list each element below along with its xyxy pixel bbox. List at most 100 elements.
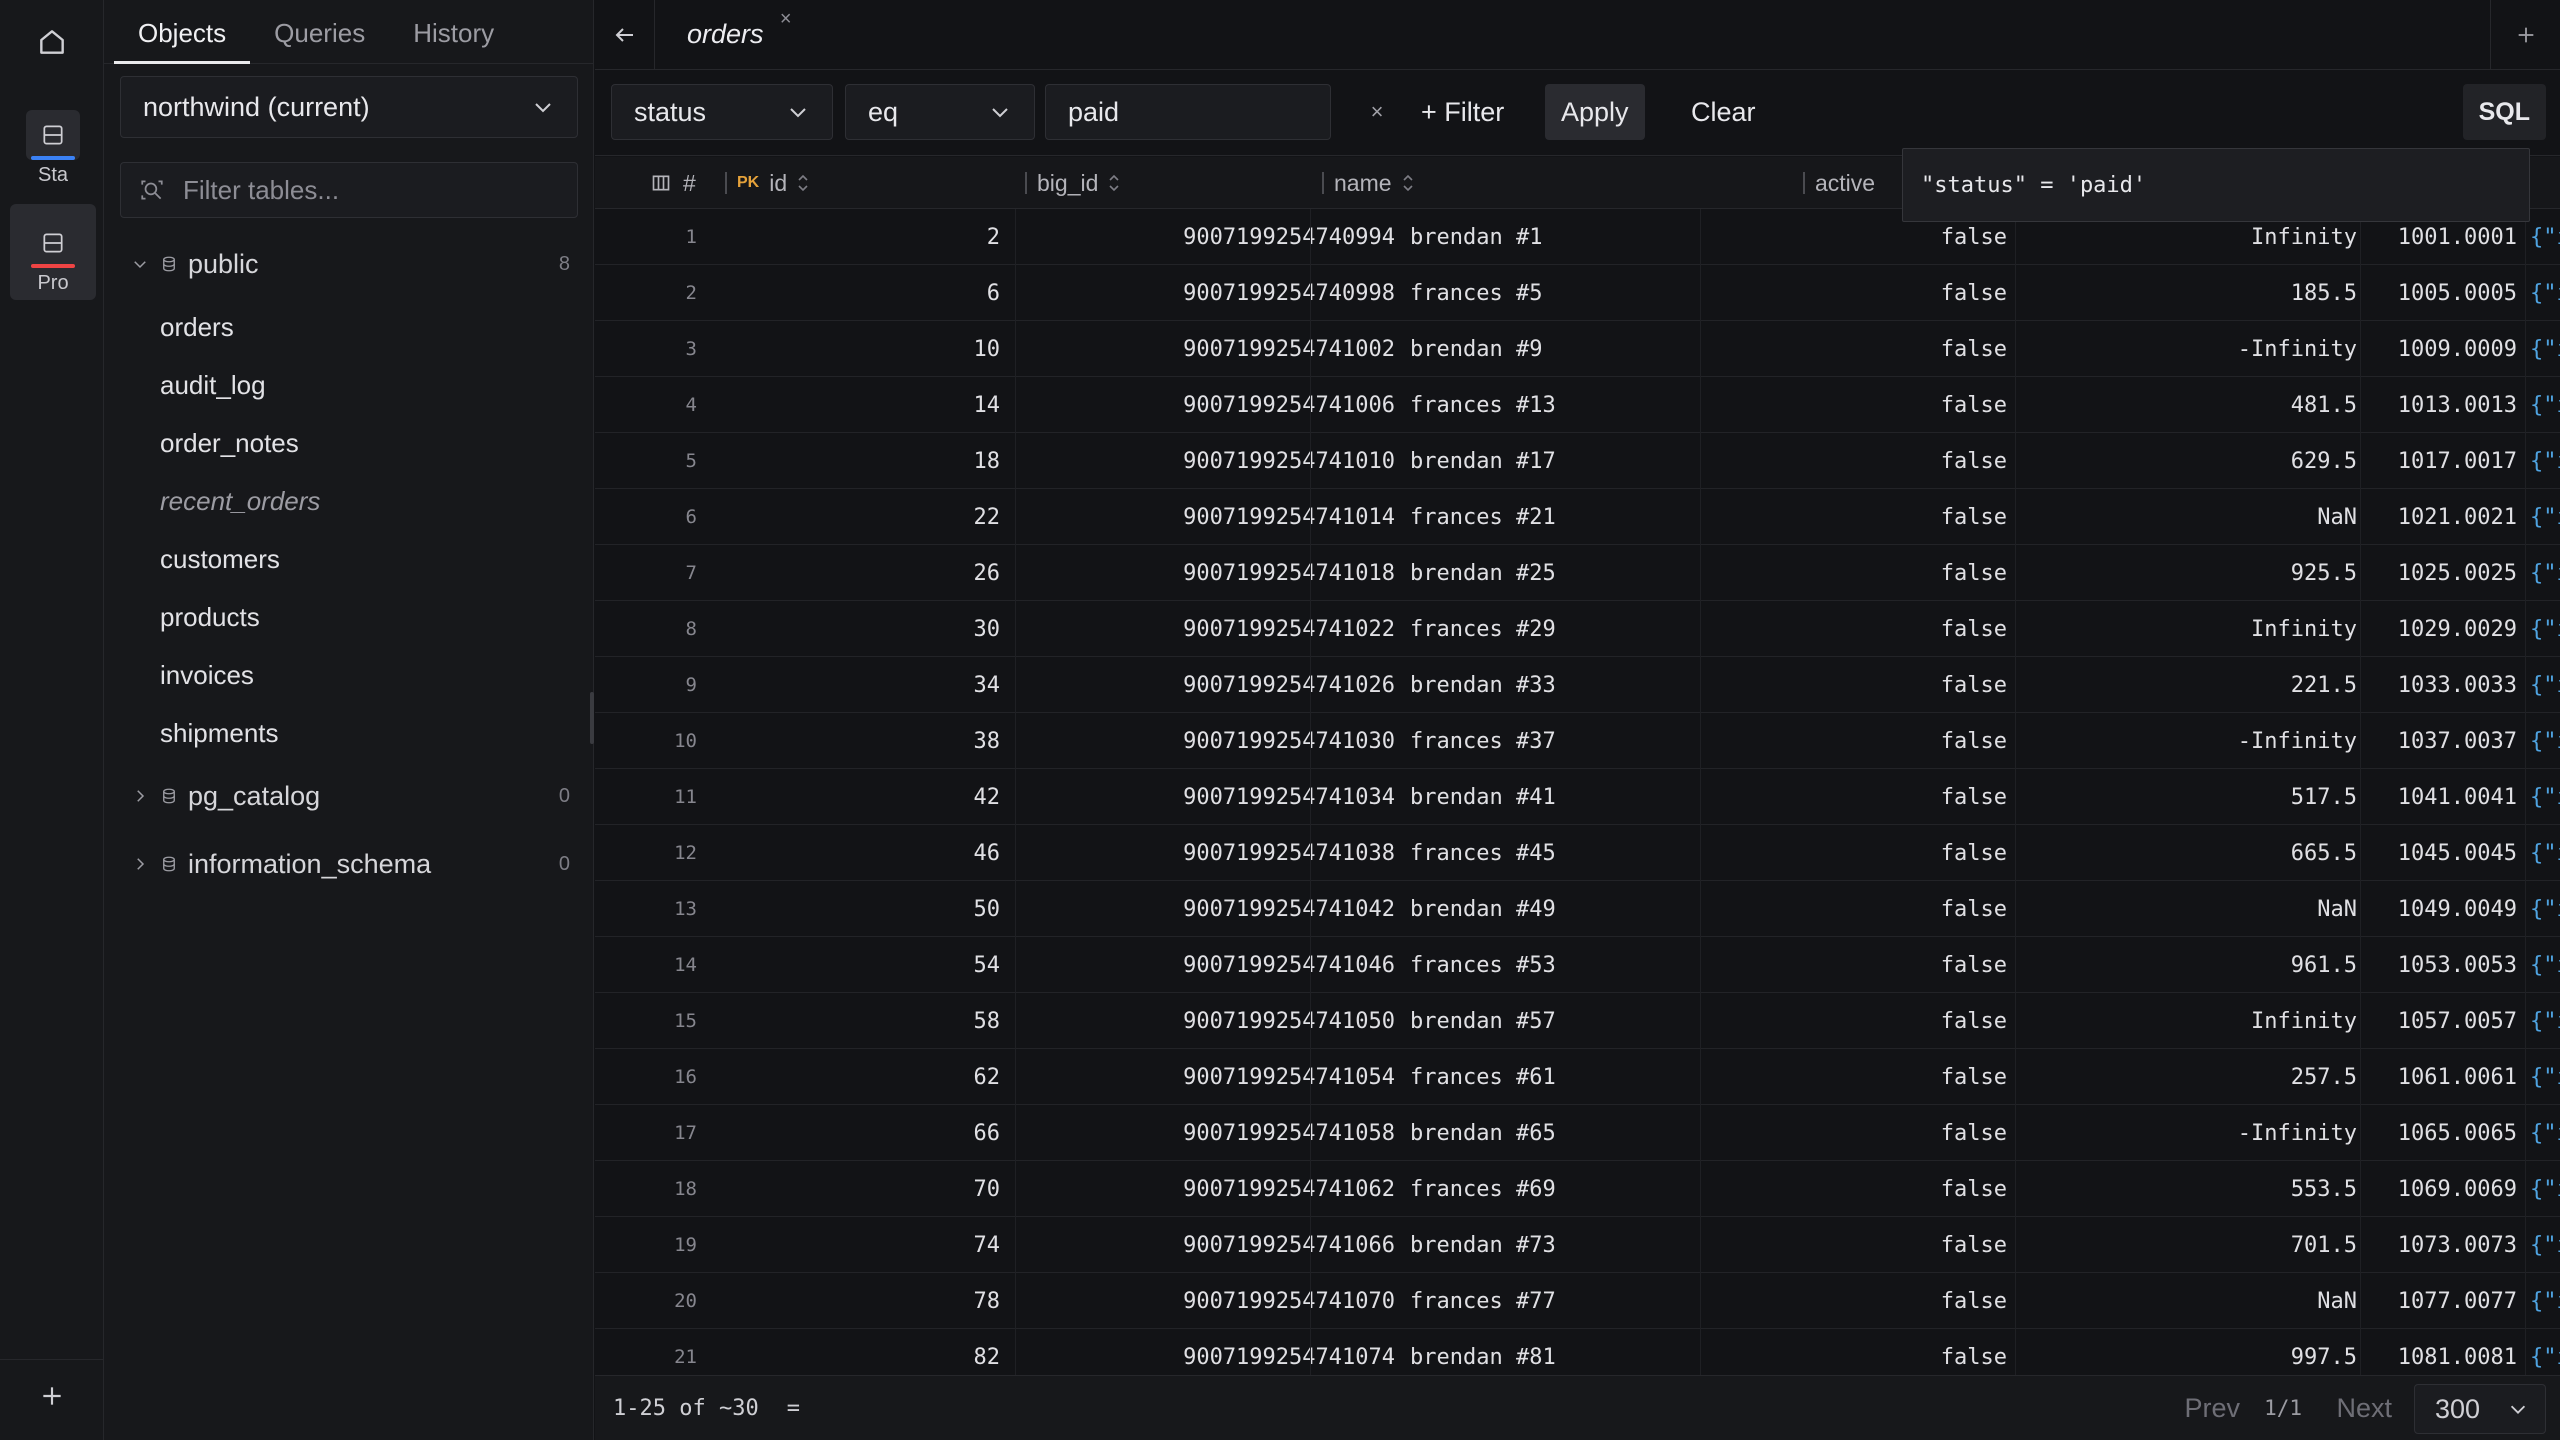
database-select[interactable]: northwind (current): [120, 76, 578, 138]
cell-big-id[interactable]: 9007199254741002: [1083, 321, 1395, 377]
prev-page-button[interactable]: Prev: [2184, 1393, 2240, 1424]
table-item[interactable]: audit_log: [104, 356, 594, 414]
cell-active[interactable]: false: [1701, 545, 2007, 601]
back-arrow-icon[interactable]: [595, 0, 655, 70]
cell-active[interactable]: false: [1701, 825, 2007, 881]
cell-val[interactable]: -Infinity: [2022, 321, 2357, 377]
tab-orders[interactable]: orders ×: [655, 0, 792, 70]
cell-json[interactable]: {"ind: [2530, 321, 2560, 377]
cell-val[interactable]: 257.5: [2022, 1049, 2357, 1105]
cell-big-id[interactable]: 9007199254741034: [1083, 769, 1395, 825]
chevron-right-icon[interactable]: [130, 855, 150, 873]
remove-filter-icon[interactable]: ×: [1355, 84, 1399, 140]
table-row[interactable]: 12 46 9007199254741038 frances #45 false 665.…: [595, 825, 2560, 881]
row-count-exact-toggle[interactable]: =: [787, 1396, 800, 1421]
cell-big-id[interactable]: 9007199254741018: [1083, 545, 1395, 601]
cell-json[interactable]: {"ind: [2530, 769, 2560, 825]
cell-id[interactable]: 22: [705, 489, 1001, 545]
table-row[interactable]: 20 78 9007199254741070 frances #77 false NaN 1…: [595, 1273, 2560, 1329]
sql-button[interactable]: SQL: [2462, 84, 2546, 140]
cell-name[interactable]: frances #29: [1410, 601, 1710, 657]
cell-val[interactable]: 665.5: [2022, 825, 2357, 881]
cell-val[interactable]: 517.5: [2022, 769, 2357, 825]
table-row[interactable]: 4 14 9007199254741006 frances #13 false 481.5…: [595, 377, 2560, 433]
filter-column-select[interactable]: status: [611, 84, 833, 140]
table-row[interactable]: 6 22 9007199254741014 frances #21 false NaN 10…: [595, 489, 2560, 545]
cell-num[interactable]: 1025.0025: [2365, 545, 2517, 601]
header-id[interactable]: PK id: [725, 157, 809, 209]
cell-name[interactable]: brendan #73: [1410, 1217, 1710, 1273]
cell-name[interactable]: brendan #65: [1410, 1105, 1710, 1161]
cell-json[interactable]: {"ind: [2530, 489, 2560, 545]
table-item[interactable]: customers: [104, 530, 594, 588]
cell-json[interactable]: {"ind: [2530, 993, 2560, 1049]
cell-num[interactable]: 1017.0017: [2365, 433, 2517, 489]
cell-json[interactable]: {"ind: [2530, 1329, 2560, 1375]
table-row[interactable]: 19 74 9007199254741066 brendan #73 false 701.…: [595, 1217, 2560, 1273]
cell-num[interactable]: 1021.0021: [2365, 489, 2517, 545]
table-row[interactable]: 3 10 9007199254741002 brendan #9 false -Infin…: [595, 321, 2560, 377]
cell-json[interactable]: {"ind: [2530, 1049, 2560, 1105]
cell-name[interactable]: brendan #17: [1410, 433, 1710, 489]
sort-icon[interactable]: [1108, 174, 1120, 192]
cell-id[interactable]: 66: [705, 1105, 1001, 1161]
cell-val[interactable]: -Infinity: [2022, 1105, 2357, 1161]
cell-big-id[interactable]: 9007199254741006: [1083, 377, 1395, 433]
cell-id[interactable]: 14: [705, 377, 1001, 433]
cell-name[interactable]: frances #69: [1410, 1161, 1710, 1217]
cell-json[interactable]: {"ind: [2530, 209, 2560, 265]
cell-json[interactable]: {"ind: [2530, 657, 2560, 713]
cell-val[interactable]: Infinity: [2022, 993, 2357, 1049]
cell-big-id[interactable]: 9007199254741042: [1083, 881, 1395, 937]
cell-val[interactable]: 221.5: [2022, 657, 2357, 713]
cell-big-id[interactable]: 9007199254741066: [1083, 1217, 1395, 1273]
cell-json[interactable]: {"ind: [2530, 881, 2560, 937]
cell-num[interactable]: 1037.0037: [2365, 713, 2517, 769]
cell-json[interactable]: {"ind: [2530, 1161, 2560, 1217]
cell-big-id[interactable]: 9007199254741062: [1083, 1161, 1395, 1217]
cell-active[interactable]: false: [1701, 1161, 2007, 1217]
table-item[interactable]: recent_orders: [104, 472, 594, 530]
cell-val[interactable]: NaN: [2022, 1273, 2357, 1329]
cell-num[interactable]: 1033.0033: [2365, 657, 2517, 713]
cell-big-id[interactable]: 9007199254741046: [1083, 937, 1395, 993]
cell-name[interactable]: frances #37: [1410, 713, 1710, 769]
cell-big-id[interactable]: 9007199254741050: [1083, 993, 1395, 1049]
cell-json[interactable]: {"ind: [2530, 377, 2560, 433]
page-size-select[interactable]: 300: [2414, 1384, 2546, 1434]
cell-active[interactable]: false: [1701, 601, 2007, 657]
cell-num[interactable]: 1081.0081: [2365, 1329, 2517, 1375]
cell-num[interactable]: 1053.0053: [2365, 937, 2517, 993]
cell-big-id[interactable]: 9007199254741058: [1083, 1105, 1395, 1161]
cell-id[interactable]: 54: [705, 937, 1001, 993]
add-filter-button[interactable]: + Filter: [1405, 84, 1520, 140]
cell-active[interactable]: false: [1701, 265, 2007, 321]
schema-pg-catalog[interactable]: pg_catalog 0: [104, 762, 594, 830]
cell-json[interactable]: {"ind: [2530, 265, 2560, 321]
cell-id[interactable]: 26: [705, 545, 1001, 601]
table-row[interactable]: 16 62 9007199254741054 frances #61 false 257.…: [595, 1049, 2560, 1105]
cell-active[interactable]: false: [1701, 321, 2007, 377]
cell-big-id[interactable]: 9007199254741022: [1083, 601, 1395, 657]
cell-name[interactable]: brendan #9: [1410, 321, 1710, 377]
cell-big-id[interactable]: 9007199254740994: [1083, 209, 1395, 265]
header-active[interactable]: active: [1803, 157, 1875, 209]
table-row[interactable]: 10 38 9007199254741030 frances #37 false -Inf…: [595, 713, 2560, 769]
cell-json[interactable]: {"ind: [2530, 825, 2560, 881]
chevron-right-icon[interactable]: [130, 787, 150, 805]
table-row[interactable]: 2 6 9007199254740998 frances #5 false 185.5 10…: [595, 265, 2560, 321]
cell-id[interactable]: 38: [705, 713, 1001, 769]
home-icon[interactable]: [30, 20, 74, 64]
cell-id[interactable]: 70: [705, 1161, 1001, 1217]
table-row[interactable]: 17 66 9007199254741058 brendan #65 false -Inf…: [595, 1105, 2560, 1161]
cell-num[interactable]: 1061.0061: [2365, 1049, 2517, 1105]
cell-active[interactable]: false: [1701, 1329, 2007, 1375]
cell-id[interactable]: 30: [705, 601, 1001, 657]
cell-big-id[interactable]: 9007199254741014: [1083, 489, 1395, 545]
cell-num[interactable]: 1013.0013: [2365, 377, 2517, 433]
tab-queries[interactable]: Queries: [250, 18, 389, 63]
table-item[interactable]: invoices: [104, 646, 594, 704]
cell-id[interactable]: 62: [705, 1049, 1001, 1105]
cell-id[interactable]: 34: [705, 657, 1001, 713]
cell-id[interactable]: 6: [705, 265, 1000, 321]
